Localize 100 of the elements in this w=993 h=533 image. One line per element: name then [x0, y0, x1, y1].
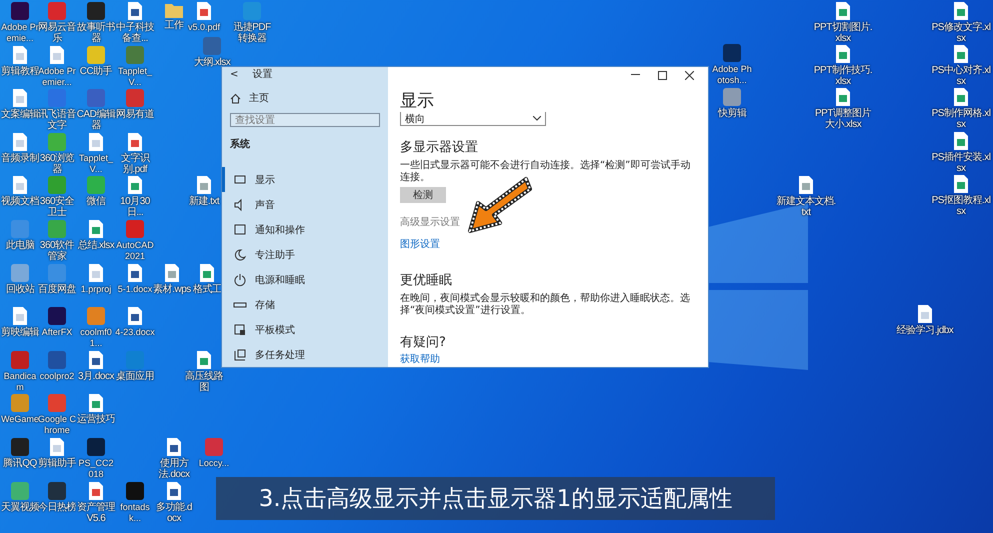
icon-label[interactable]: 网易云音乐	[37, 22, 77, 44]
display-icon	[233, 172, 247, 186]
icon-label[interactable]: 文案编辑	[1, 109, 39, 120]
nav-item[interactable]: 存储	[222, 292, 388, 317]
advanced-display-link[interactable]: 高级显示设置	[400, 215, 694, 229]
icon-label[interactable]: 1.prproj	[80, 284, 112, 295]
icon-label[interactable]: 使用方法.docx	[154, 458, 194, 480]
file-icon	[49, 437, 65, 457]
orientation-dropdown[interactable]: 横向	[400, 112, 546, 126]
icon-label[interactable]: 文字识别.pdf	[115, 152, 155, 175]
icon-label[interactable]: 剪辑助手	[38, 458, 76, 469]
file-icon	[88, 132, 104, 152]
maximize-icon[interactable]	[658, 70, 667, 80]
icon-label[interactable]: 工作	[164, 20, 184, 31]
icon-label[interactable]: PS修改文字.xlsx	[931, 22, 991, 44]
icon-label[interactable]: PPT调整图片大小.xlsx	[813, 108, 873, 130]
icon-label[interactable]: 格式工	[192, 284, 222, 295]
icon-label[interactable]: 高压线路图	[184, 370, 224, 393]
close-icon[interactable]	[685, 70, 694, 80]
icon-label[interactable]: PS抠图教程.xlsx	[931, 195, 991, 217]
icon-label[interactable]: 讯飞语音文字	[37, 109, 77, 132]
minimize-icon[interactable]	[631, 74, 640, 76]
icon-label[interactable]: 5-1.docx	[118, 284, 152, 295]
icon-label[interactable]: v5.0.pdf	[188, 22, 220, 33]
nav-item[interactable]: 平板模式	[222, 317, 388, 342]
icon-label[interactable]: 桌面应用	[116, 370, 154, 382]
icon-label[interactable]: 资产管理V5.6	[76, 502, 116, 524]
icon-label[interactable]: coolpro2	[40, 370, 74, 382]
icon-label[interactable]: 新建文本文档.txt	[776, 196, 836, 218]
icon-label[interactable]: WeGame	[1, 414, 39, 426]
icon-label[interactable]: 音频录制	[1, 152, 39, 164]
notify-icon	[233, 222, 247, 236]
nav-item[interactable]: 声音	[222, 192, 388, 217]
icon-label[interactable]: 故事听书器	[76, 22, 116, 44]
icon-label[interactable]: fontadsk...	[115, 502, 155, 524]
word-document-icon	[127, 1, 143, 21]
icon-label[interactable]: 快剪辑	[718, 108, 746, 119]
icon-label[interactable]: 360软件管家	[37, 240, 77, 262]
icon-label[interactable]: 网易有道	[116, 109, 154, 120]
file-icon	[12, 132, 28, 152]
icon-label[interactable]: AutoCAD 2021	[115, 240, 155, 262]
spreadsheet-icon	[199, 262, 215, 283]
icon-label[interactable]: 中子科技备查...	[115, 22, 155, 44]
icon-label[interactable]: Adobe Photosh...	[712, 64, 752, 86]
icon-label[interactable]: CAD编辑器	[76, 109, 116, 132]
icon-label[interactable]: 10月30日...	[115, 196, 155, 218]
icon-label[interactable]: 腾讯QQ	[3, 458, 37, 469]
icon-label[interactable]: PPT制作技巧.xlsx	[813, 65, 873, 87]
icon-label[interactable]: 剪辑教程	[1, 66, 39, 77]
help-link[interactable]: 获取帮助	[400, 352, 694, 366]
spreadsheet-icon	[88, 219, 104, 239]
icon-label[interactable]: 总结.xlsx	[78, 240, 114, 251]
pdf-document-icon	[88, 480, 104, 501]
graphics-settings-link[interactable]: 图形设置	[400, 237, 694, 251]
file-icon	[12, 44, 28, 65]
icon-label[interactable]: PS_CC2018	[76, 458, 116, 480]
search-field[interactable]: 查找设置	[230, 113, 380, 127]
home-icon	[230, 92, 241, 104]
nav-item[interactable]: 专注助手	[222, 242, 388, 267]
detect-button[interactable]: 检测	[400, 187, 446, 203]
icon-label[interactable]: Adobe Premie...	[0, 22, 40, 44]
nav-item[interactable]: 多任务处理	[222, 342, 388, 367]
icon-label[interactable]: 天翼视频	[1, 502, 39, 513]
icon-label[interactable]: 微信	[86, 196, 106, 208]
icon-label[interactable]: 此电脑	[6, 240, 34, 251]
icon-label[interactable]: 大纲.xlsx	[194, 57, 230, 68]
icon-label[interactable]: 经验学习.jdbx	[896, 325, 954, 336]
icon-label[interactable]: 百度网盘	[38, 284, 76, 295]
icon-label[interactable]: 回收站	[6, 284, 34, 295]
icon-label[interactable]: CC助手	[80, 66, 112, 77]
icon-label[interactable]: 新建.txt	[188, 196, 220, 208]
icon-label[interactable]: PS中心对齐.xlsx	[931, 65, 991, 87]
icon-label[interactable]: PS制作网格.xlsx	[931, 108, 991, 130]
icon-label[interactable]: 视频文档	[1, 196, 39, 208]
text-document-icon	[798, 175, 814, 195]
icon-label[interactable]: Google Chrome	[37, 414, 77, 436]
nav-item[interactable]: 电源和睡眠	[222, 267, 388, 292]
nav-item[interactable]: 通知和操作	[222, 217, 388, 242]
icon-label[interactable]: PPT切割图片.xlsx	[813, 22, 873, 44]
icon-label[interactable]: 剪映编辑	[1, 327, 39, 338]
spreadsheet-icon	[196, 350, 212, 370]
icon-label[interactable]: Tapplet_V...	[76, 152, 116, 175]
home-link[interactable]: 主页	[249, 91, 269, 105]
file-icon	[12, 88, 28, 108]
icon-label[interactable]: PS插件安装.xlsx	[931, 152, 991, 174]
icon-label[interactable]: 多功能.docx	[154, 502, 194, 524]
icon-label[interactable]: 迅捷PDF转换器	[232, 22, 272, 44]
spreadsheet-icon	[835, 87, 851, 107]
icon-label[interactable]: coolmf01...	[76, 327, 116, 350]
icon-label[interactable]: 素材.wps	[153, 284, 191, 295]
description-text: 在晚间，夜间模式会显示较暖和的颜色，帮助你进入睡眠状态。选择“夜间模式设置”进行设置。	[400, 293, 691, 317]
icon-label[interactable]: 4-23.docx	[115, 327, 155, 338]
icon-label[interactable]: 3月.docx	[78, 370, 114, 382]
icon-label[interactable]: 今日热榜	[38, 502, 76, 513]
icon-label[interactable]: Bandicam	[0, 370, 40, 393]
icon-label[interactable]: AfterFX	[42, 327, 72, 338]
icon-label[interactable]: Loccy...	[198, 458, 230, 469]
back-button[interactable]: <	[230, 68, 238, 80]
icon-label[interactable]: 运营技巧	[77, 414, 115, 426]
icon-label[interactable]: Tapplet_V...	[115, 66, 155, 88]
